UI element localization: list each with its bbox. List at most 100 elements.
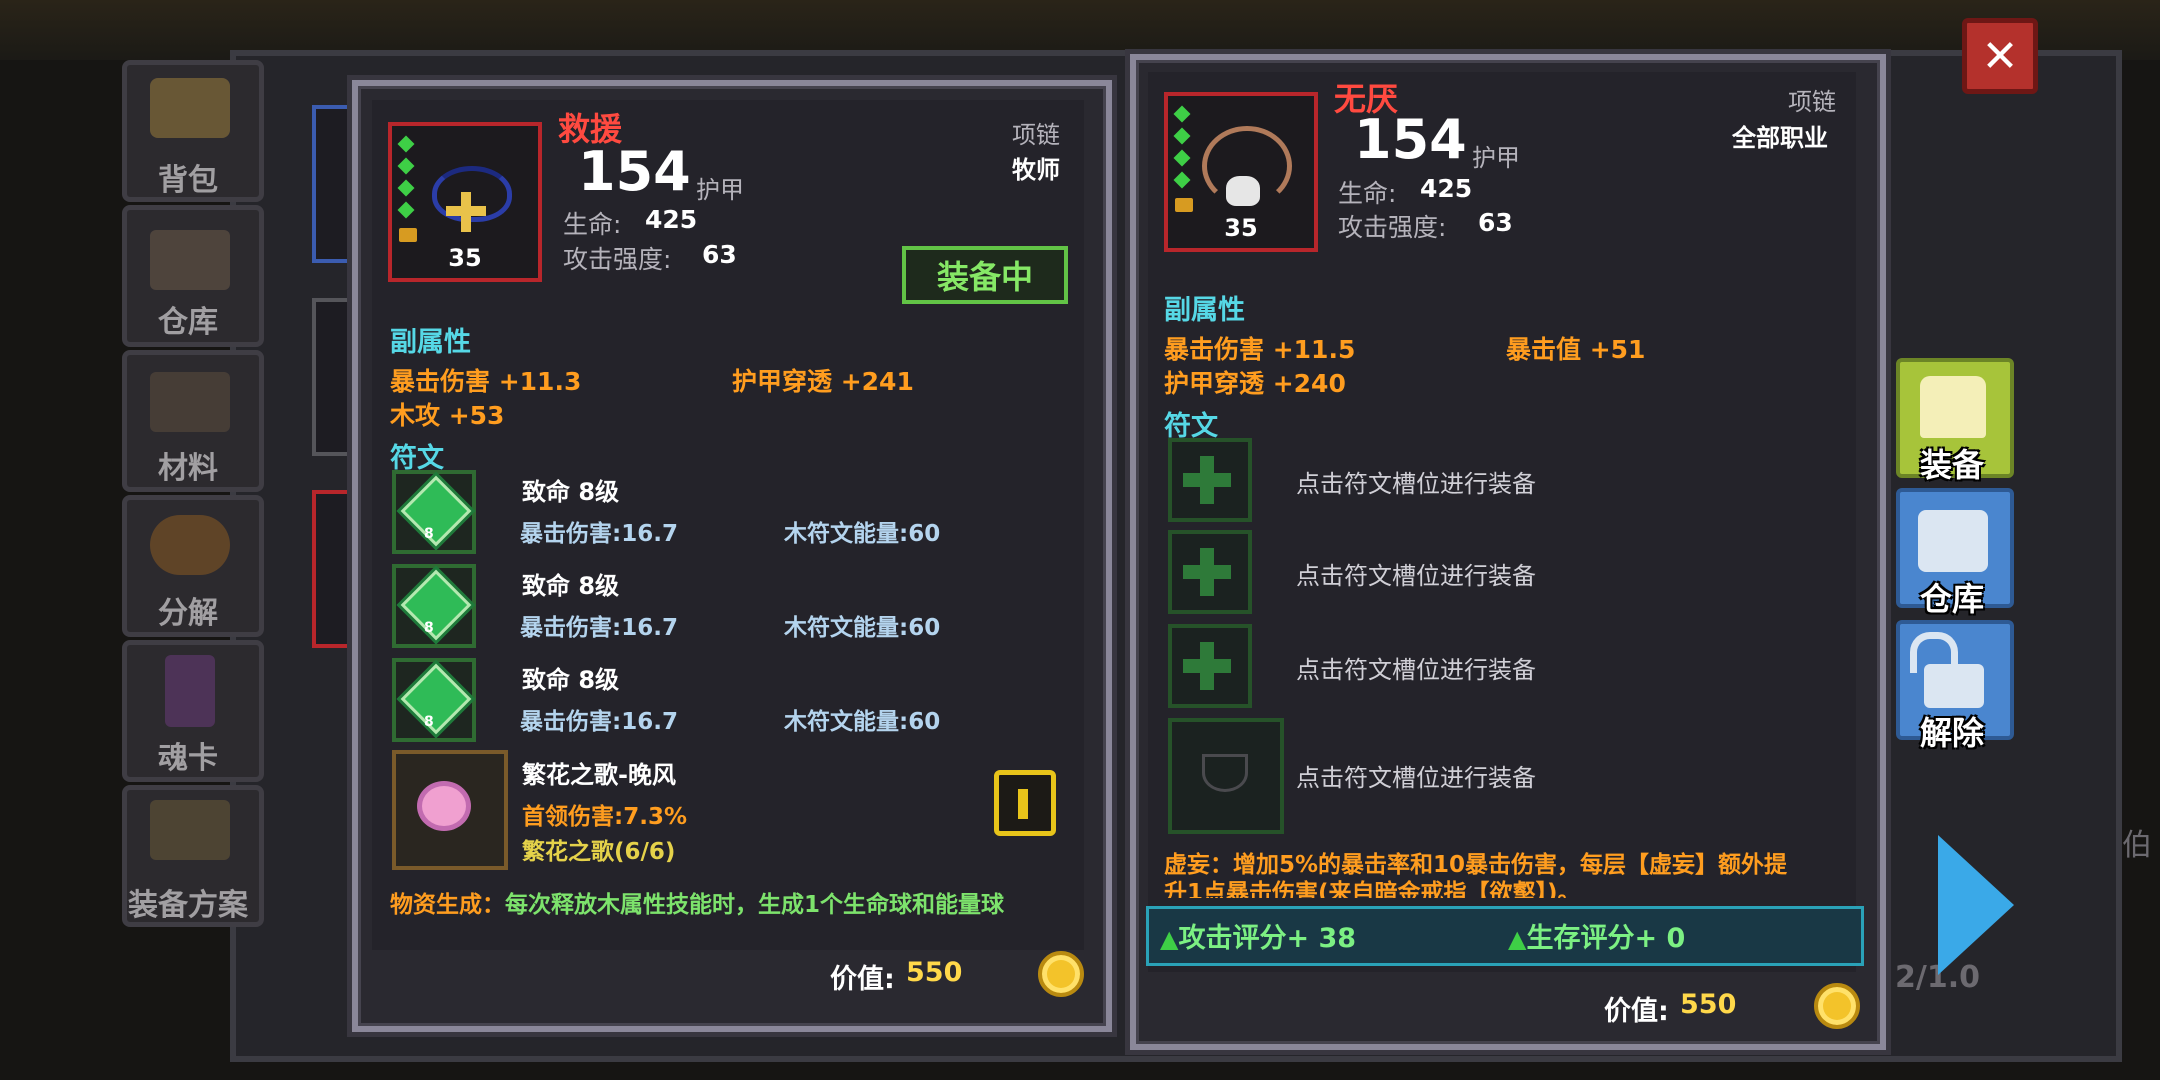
rune-level-badge: 8: [424, 714, 434, 730]
empty-rune-row[interactable]: 点击符文槽位进行装备: [1164, 436, 1854, 530]
compare-item-armor-label: 护甲: [1472, 144, 1520, 172]
rune-attr-energy: 木符文能量:60: [784, 709, 941, 735]
plus-icon: [1183, 565, 1231, 579]
chest-icon: [1918, 510, 1988, 572]
rune-attr-energy: 木符文能量:60: [784, 521, 941, 547]
coin-icon: [1814, 983, 1860, 1029]
item-effect: 物资生成：每次释放木属性技能时，生成1个生命球和能量球: [390, 885, 1080, 919]
item-effect: 虚妄：增加5%的暴击率和10暴击伤害，每层【虚妄】额外提 升1点暴击伤害(来自暗…: [1164, 852, 1854, 898]
sub-attr-title: 副属性: [1164, 295, 1245, 326]
menu-soul-card-label: 魂卡: [158, 741, 218, 776]
menu-materials-label: 材料: [158, 451, 218, 486]
stat-hp-value: 425: [645, 205, 698, 234]
pendant-outline-icon: [1202, 754, 1248, 792]
price-value: 550: [1680, 989, 1737, 1020]
sub-attr-title: 副属性: [390, 327, 471, 358]
rune-row[interactable]: 8 致命 8级 暴击伤害:16.7 木符文能量:60: [386, 468, 1076, 562]
rune-slot-hint: 点击符文槽位进行装备: [1296, 562, 1536, 590]
empty-rune-row[interactable]: 点击符文槽位进行装备: [1164, 530, 1854, 624]
equipped-item-level: 35: [448, 244, 482, 272]
set-info-button[interactable]: [994, 770, 1056, 836]
rune-slot-hint: 点击符文槽位进行装备: [1296, 656, 1536, 684]
price-value: 550: [906, 957, 963, 988]
sub-attr: 护甲穿透 +241: [732, 367, 914, 396]
set-count: 繁花之歌(6/6): [522, 839, 676, 865]
effect-text: 增加5%的暴击率和10暴击伤害，每层【虚妄】额外提: [1233, 852, 1788, 878]
next-arrow-button[interactable]: [1938, 835, 2014, 975]
set-name: 繁花之歌-晚风: [522, 761, 676, 789]
effect-label: 物资生成：: [390, 892, 505, 918]
compare-item-level: 35: [1224, 214, 1258, 242]
empty-rune-list: 点击符文槽位进行装备 点击符文槽位进行装备 点击符文槽位进行装备 点击符文槽位进…: [1164, 436, 1854, 838]
stat-hp-label: 生命:: [563, 210, 622, 239]
menu-backpack-label: 背包: [158, 163, 218, 198]
rune-level-badge: 8: [424, 620, 434, 636]
arrow-up-icon: ▲: [1160, 925, 1179, 953]
sub-attr: 护甲穿透 +240: [1164, 369, 1346, 398]
stat-atk-label: 攻击强度:: [563, 245, 672, 274]
equip-plan-icon: [150, 800, 230, 860]
decompose-icon: [150, 515, 230, 575]
materials-icon: [150, 372, 230, 432]
rune-list: 8 致命 8级 暴击伤害:16.7 木符文能量:60 8 致命 8级 暴击伤害:…: [386, 468, 1076, 750]
equipped-item-type: 项链: [1012, 121, 1060, 149]
rune-row[interactable]: 8 致命 8级 暴击伤害:16.7 木符文能量:60: [386, 656, 1076, 750]
equipped-badge: 装备中: [902, 246, 1068, 304]
rune-name: 致命 8级: [522, 572, 620, 600]
skull-pendant-icon: [1226, 176, 1260, 206]
warehouse-icon: [150, 230, 230, 290]
menu-decompose-label: 分解: [158, 596, 218, 631]
arrow-up-icon: ▲: [1508, 925, 1527, 953]
sub-attr: 暴击伤害 +11.3: [390, 367, 582, 396]
attack-score-text: 攻击评分+ 38: [1178, 923, 1357, 954]
quality-ticks: [1173, 105, 1191, 196]
unequip-button-label: 解除: [1919, 714, 1984, 752]
price-label: 价值:: [830, 964, 895, 995]
warehouse-button-label: 仓库: [1919, 580, 1984, 618]
empty-rune-row[interactable]: 点击符文槽位进行装备: [1164, 624, 1854, 718]
effect-text-continued: 升1点暴击伤害(来自暗金戒指【欲壑】)。: [1164, 880, 1581, 898]
survive-score: ▲生存评分+ 0: [1508, 916, 1685, 955]
effect-label: 虚妄：: [1164, 852, 1233, 878]
set-flower-icon: [422, 786, 466, 826]
rune-row[interactable]: 8 致命 8级 暴击伤害:16.7 木符文能量:60: [386, 562, 1076, 656]
rune-attr-crit: 暴击伤害:16.7: [520, 615, 678, 641]
compare-item-armor-value: 154: [1354, 108, 1467, 171]
close-button[interactable]: ✕: [1962, 18, 2038, 94]
equipped-badge-label: 装备中: [936, 258, 1033, 296]
cross-pendant-icon: [446, 192, 486, 232]
rune-slot-hint: 点击符文槽位进行装备: [1296, 470, 1536, 498]
unlock-shackle: [1910, 632, 1958, 673]
rune-name: 致命 8级: [522, 666, 620, 694]
lock-icon: [399, 228, 417, 242]
price-label: 价值:: [1604, 996, 1669, 1027]
sub-attr: 暴击伤害 +11.5: [1164, 335, 1356, 364]
plus-icon: [1183, 659, 1231, 673]
quality-ticks: [397, 135, 415, 226]
stat-hp-label: 生命:: [1338, 179, 1397, 208]
set-attr: 首领伤害:7.3%: [522, 804, 687, 830]
shirt-icon: [1920, 376, 1986, 438]
empty-set-rune-row[interactable]: 点击符文槽位进行装备: [1164, 718, 1854, 838]
stat-atk-value: 63: [702, 240, 737, 269]
compare-item-type: 项链: [1788, 88, 1836, 116]
attack-score: ▲攻击评分+ 38: [1160, 916, 1356, 955]
effect-text: 每次释放木属性技能时，生成1个生命球和能量球: [505, 892, 1005, 918]
rune-level-badge: 8: [424, 526, 434, 542]
compare-item-class: 全部职业: [1732, 124, 1828, 152]
bg-side-text: 伯: [2122, 828, 2152, 863]
coin-icon: [1038, 951, 1084, 997]
lock-icon: [1175, 198, 1193, 212]
close-icon: ✕: [1981, 30, 2019, 82]
equipped-item-class: 牧师: [1012, 156, 1060, 184]
rune-attr-crit: 暴击伤害:16.7: [520, 709, 678, 735]
equipped-item-armor-value: 154: [578, 140, 691, 203]
rune-name: 致命 8级: [522, 478, 620, 506]
rune-slot-hint: 点击符文槽位进行装备: [1296, 764, 1536, 792]
soul-card-icon: [165, 655, 215, 727]
menu-equip-plan-label: 装备方案: [128, 888, 248, 923]
survive-score-text: 生存评分+ 0: [1526, 923, 1686, 954]
stat-atk-label: 攻击强度:: [1338, 213, 1447, 242]
rune-attr-energy: 木符文能量:60: [784, 615, 941, 641]
menu-warehouse-label: 仓库: [158, 305, 218, 340]
